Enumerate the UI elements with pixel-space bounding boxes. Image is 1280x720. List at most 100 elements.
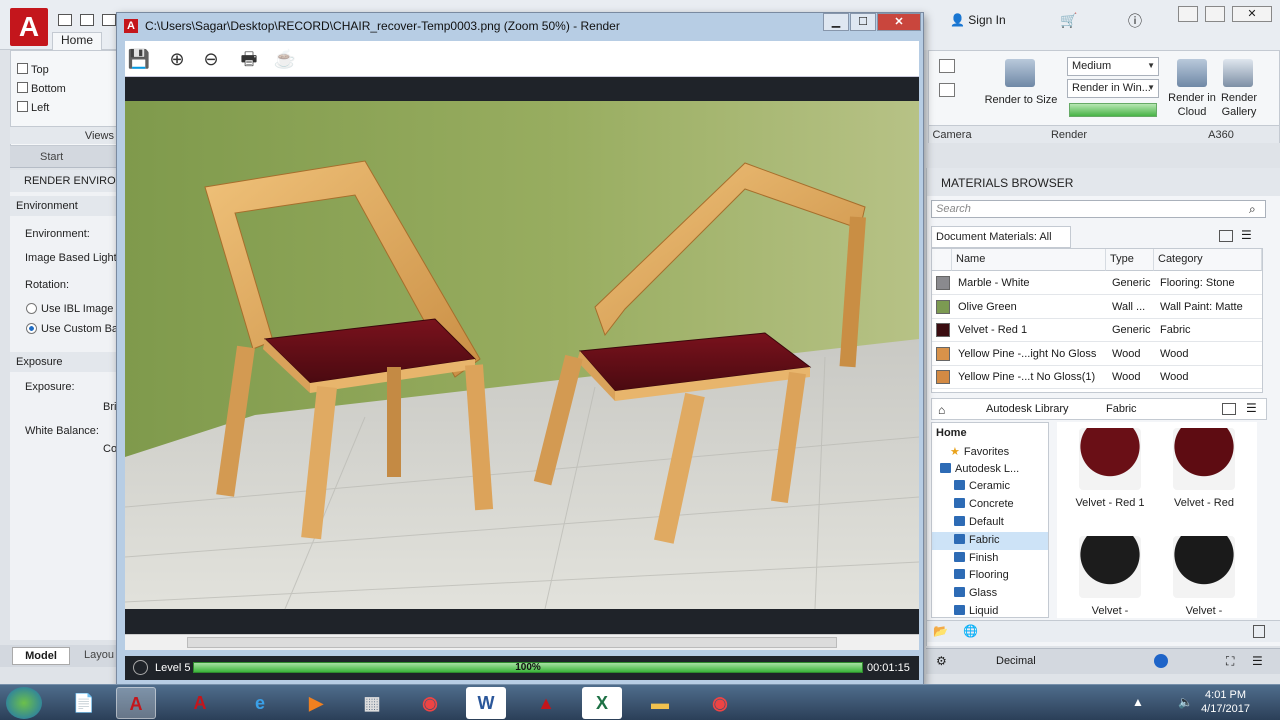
save-render-icon[interactable]: 💾 (127, 47, 151, 71)
open-file-icon[interactable] (80, 14, 94, 26)
cart-icon[interactable]: 🛒 (1060, 12, 1077, 29)
sign-in-link[interactable]: 👤 Sign In (950, 13, 1006, 27)
taskbar-ie[interactable]: e (240, 687, 280, 719)
use-ibl-radio[interactable]: Use IBL Image (26, 303, 113, 315)
close-icon[interactable]: ✕ (877, 13, 921, 31)
column-header-category[interactable]: Category (1154, 249, 1262, 271)
tab-home[interactable]: Home (52, 32, 102, 50)
taskbar-explorer[interactable]: ▬ (640, 687, 680, 719)
materials-search-input[interactable]: Search (931, 200, 1266, 218)
library-view-icon[interactable] (1222, 403, 1236, 415)
render-gallery-button[interactable]: Render Gallery (1215, 91, 1263, 119)
taskbar-media[interactable]: ▶ (296, 687, 336, 719)
taskbar-clock[interactable]: 4:01 PM 4/17/2017 (1201, 688, 1250, 716)
new-file-icon[interactable] (58, 14, 72, 26)
material-editor-icon[interactable] (1253, 625, 1265, 638)
tree-item-concrete[interactable]: Concrete (932, 496, 1048, 514)
taskbar-autocad-2[interactable]: ▲ (526, 687, 566, 719)
tab-layout[interactable]: Layou (84, 649, 114, 661)
units-select[interactable]: Decimal (996, 655, 1036, 667)
render-output-select[interactable]: Render in Win... (1067, 79, 1159, 98)
taskbar-calculator[interactable]: ▦ (352, 687, 392, 719)
volume-icon[interactable]: 🔈 (1178, 695, 1193, 709)
tree-item-fabric[interactable]: Fabric (932, 531, 1048, 550)
breadcrumb-library[interactable]: Autodesk Library (986, 403, 1069, 415)
tab-start[interactable]: Start (10, 146, 120, 168)
cancel-render-icon[interactable]: ☕ (273, 47, 297, 71)
cloud-render-icon[interactable] (1177, 59, 1207, 87)
a360-panel-label[interactable]: A360 (1163, 125, 1279, 143)
customize-icon[interactable]: ☰ (1252, 654, 1263, 668)
minimize-icon[interactable]: ▁ (823, 13, 849, 31)
material-thumbnail[interactable] (1079, 428, 1141, 490)
table-row[interactable]: Marble - White Generic Flooring: Stone (932, 272, 1262, 295)
restore-app-icon[interactable] (1205, 6, 1225, 22)
taskbar-app-1[interactable]: 📄 (64, 687, 104, 719)
view-toggle-icon[interactable] (1219, 230, 1233, 242)
horizontal-scrollbar[interactable] (125, 634, 919, 650)
render-to-size-button[interactable]: Render to Size (981, 93, 1061, 107)
taskbar-excel[interactable]: X (582, 687, 622, 719)
column-header-name[interactable]: Name (952, 249, 1106, 271)
camera-add-icon[interactable] (939, 59, 955, 73)
taskbar-autocad-active[interactable]: A (116, 687, 156, 719)
isolate-icon[interactable] (1154, 654, 1168, 668)
tree-item-default[interactable]: Default (932, 514, 1048, 532)
material-thumbnail[interactable] (1173, 428, 1235, 490)
folder-icon[interactable]: 📂 (933, 624, 948, 638)
camera-icon[interactable] (939, 83, 955, 97)
globe-icon[interactable]: 🌐 (963, 624, 978, 638)
taskbar-autocad[interactable]: A (180, 687, 220, 719)
tree-item-liquid[interactable]: Liquid (932, 603, 1048, 621)
list-options-icon[interactable]: ☰ (1241, 228, 1252, 242)
render-quality-select[interactable]: Medium (1067, 57, 1159, 76)
tree-item-glass[interactable]: Glass (932, 585, 1048, 603)
camera-panel-label[interactable]: Camera (929, 125, 975, 143)
save-icon[interactable] (102, 14, 116, 26)
print-icon[interactable]: 🖶 (237, 47, 261, 71)
table-row[interactable]: Yellow Pine -...t No Gloss(1) Wood Wood (932, 366, 1262, 389)
home-icon[interactable]: ⌂ (938, 403, 945, 417)
gear-icon[interactable]: ⚙ (936, 654, 947, 668)
tree-item-ceramic[interactable]: Ceramic (932, 478, 1048, 496)
view-left[interactable]: Left (17, 101, 49, 114)
minimize-app-icon[interactable] (1178, 6, 1198, 22)
close-app-icon[interactable]: ✕ (1232, 6, 1272, 22)
use-custom-radio[interactable]: Use Custom Ba (26, 323, 118, 335)
maximize-icon[interactable]: ☐ (850, 13, 876, 31)
render-in-cloud-button[interactable]: Render in Cloud (1167, 91, 1217, 119)
start-button[interactable] (6, 687, 42, 719)
render-teapot-icon[interactable] (1005, 59, 1035, 87)
table-row[interactable]: Velvet - Red 1 Generic Fabric (932, 319, 1262, 342)
tree-item-home[interactable]: Home (932, 425, 1048, 443)
views-panel-label[interactable]: Views (10, 126, 120, 144)
document-materials-filter[interactable]: Document Materials: All (931, 226, 1071, 248)
table-row[interactable]: Yellow Pine -...ight No Gloss Wood Wood (932, 343, 1262, 366)
search-icon[interactable]: ⌕ (1249, 202, 1256, 217)
table-row[interactable]: Olive Green Wall ... Wall Paint: Matte (932, 296, 1262, 319)
tab-model[interactable]: Model (12, 647, 70, 665)
view-bottom[interactable]: Bottom (17, 82, 66, 95)
autocad-logo-icon[interactable]: A (10, 8, 48, 46)
taskbar-chrome[interactable]: ◉ (410, 687, 450, 719)
view-top[interactable]: Top (17, 63, 49, 76)
taskbar-word[interactable]: W (466, 687, 506, 719)
fullscreen-icon[interactable]: ⛶ (1226, 654, 1234, 669)
material-thumbnail[interactable] (1079, 536, 1141, 598)
taskbar-chrome-2[interactable]: ◉ (700, 687, 740, 719)
tree-item-favorites[interactable]: ★ Favorites (932, 443, 1048, 461)
render-panel-label[interactable]: Render (975, 125, 1163, 143)
environment-section[interactable]: Environment (10, 196, 120, 216)
zoom-in-icon[interactable]: ⊕ (165, 47, 189, 71)
zoom-out-icon[interactable]: ⊖ (199, 47, 223, 71)
tree-item-autodesk-l[interactable]: Autodesk L... (932, 461, 1048, 479)
gallery-icon[interactable] (1223, 59, 1253, 87)
column-header-type[interactable]: Type (1106, 249, 1154, 271)
scroll-thumb[interactable] (187, 637, 837, 648)
material-thumbnail[interactable] (1173, 536, 1235, 598)
exposure-section[interactable]: Exposure (10, 352, 120, 372)
tree-item-finish[interactable]: Finish (932, 550, 1048, 568)
tree-item-flooring[interactable]: Flooring (932, 567, 1048, 585)
help-icon[interactable]: ⓘ (1128, 11, 1142, 31)
expand-details-icon[interactable] (133, 660, 148, 675)
